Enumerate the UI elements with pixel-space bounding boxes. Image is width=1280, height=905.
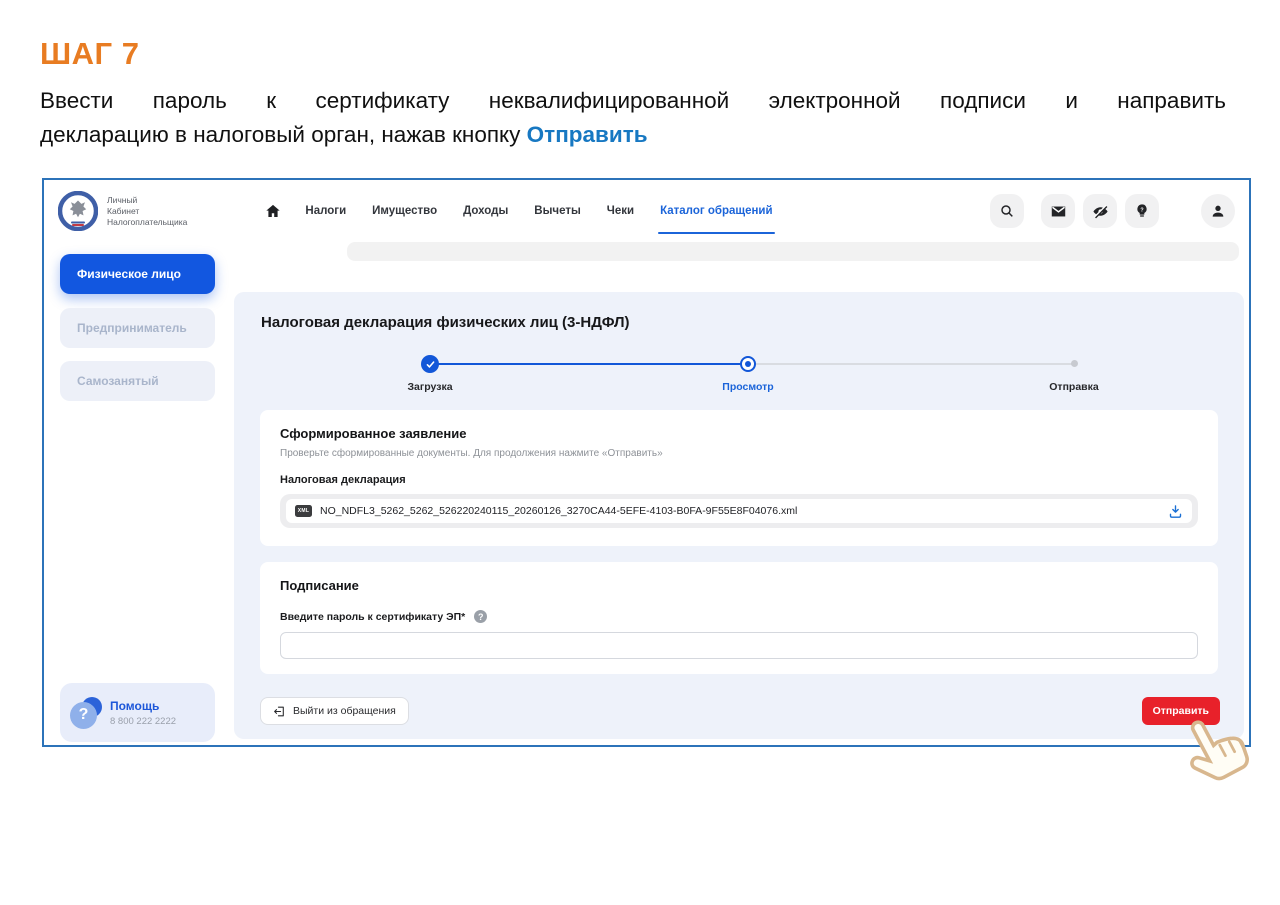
help-card[interactable]: ? Помощь 8 800 222 2222: [60, 683, 215, 742]
nav-item-deductions[interactable]: Вычеты: [534, 205, 581, 217]
password-help-icon[interactable]: ?: [474, 610, 487, 623]
nav-item-income[interactable]: Доходы: [463, 205, 508, 217]
lightbulb-icon: ?: [1134, 203, 1150, 219]
file-section-label: Налоговая декларация: [280, 474, 1198, 486]
step-label-review: Просмотр: [688, 381, 808, 393]
messages-button[interactable]: [1041, 194, 1075, 228]
help-title: Помощь: [110, 699, 176, 713]
download-icon: [1168, 504, 1183, 519]
sidebar-item-entrepreneur[interactable]: Предприниматель: [60, 308, 215, 348]
step-label-upload: Загрузка: [370, 381, 490, 393]
progress-stepper: Загрузка Просмотр Отправка: [234, 354, 1244, 398]
page-title: Налоговая декларация физических лиц (3-Н…: [261, 314, 629, 331]
declaration-file-row[interactable]: XML NO_NDFL3_5262_5262_526220240115_2026…: [286, 499, 1192, 523]
check-icon: [425, 359, 436, 370]
download-file-button[interactable]: [1168, 504, 1183, 519]
sidebar-item-self-employed[interactable]: Самозанятый: [60, 361, 215, 401]
nav-item-requests-catalog[interactable]: Каталог обращений: [660, 205, 772, 217]
visibility-button[interactable]: [1083, 194, 1117, 228]
signing-card-title: Подписание: [280, 578, 1198, 593]
mail-icon: [1050, 203, 1067, 220]
logo-title-line3: Налогоплательщика: [107, 217, 187, 228]
step-heading: ШАГ 7: [40, 36, 139, 72]
exit-icon: [273, 705, 286, 718]
home-icon[interactable]: [265, 203, 281, 219]
application-card: Сформированное заявление Проверьте сформ…: [260, 410, 1218, 546]
nav-item-taxes[interactable]: Налоги: [305, 205, 346, 217]
logo-title: Личный Кабинет Налогоплательщика: [107, 195, 187, 228]
main-nav: Налоги Имущество Доходы Вычеты Чеки Ката…: [305, 205, 772, 217]
exit-request-button[interactable]: Выйти из обращения: [260, 697, 409, 725]
tips-button[interactable]: ?: [1125, 194, 1159, 228]
instruction-action-word: Отправить: [527, 122, 648, 147]
step-label-send: Отправка: [1014, 381, 1134, 393]
help-question-icon: ?: [70, 697, 102, 729]
svg-text:?: ?: [1140, 207, 1143, 213]
nav-item-receipts[interactable]: Чеки: [607, 205, 634, 217]
step-review-node: [740, 356, 756, 372]
stepper-segment-done: [430, 363, 748, 365]
main-panel: Налоговая декларация физических лиц (3-Н…: [234, 292, 1244, 739]
app-window: Личный Кабинет Налогоплательщика Налоги …: [42, 178, 1251, 747]
instruction-text: Ввести пароль к сертификату неквалифицир…: [40, 84, 1226, 152]
user-icon: [1210, 203, 1226, 219]
search-button[interactable]: [990, 194, 1024, 228]
eye-off-icon: [1092, 203, 1109, 220]
application-card-title: Сформированное заявление: [280, 426, 1198, 441]
instruction-line2: декларацию в налоговый орган, нажав кноп…: [40, 118, 1226, 152]
profile-button[interactable]: [1201, 194, 1235, 228]
signing-card: Подписание Введите пароль к сертификату …: [260, 562, 1218, 674]
step-upload-node: [421, 355, 439, 373]
exit-request-label: Выйти из обращения: [293, 705, 396, 717]
search-icon: [999, 203, 1015, 219]
logo-title-line1: Личный: [107, 195, 187, 206]
sidebar-item-individual[interactable]: Физическое лицо: [60, 254, 215, 294]
xml-file-icon: XML: [295, 505, 312, 517]
stepper-segment-todo: [748, 363, 1074, 365]
application-card-subtitle: Проверьте сформированные документы. Для …: [280, 448, 1198, 459]
file-row-container: XML NO_NDFL3_5262_5262_526220240115_2026…: [280, 494, 1198, 528]
app-header: Личный Кабинет Налогоплательщика Налоги …: [44, 180, 1249, 242]
help-phone: 8 800 222 2222: [110, 716, 176, 727]
password-label: Введите пароль к сертификату ЭП*: [280, 611, 465, 623]
header-actions: ?: [990, 194, 1235, 228]
fns-logo-icon: [58, 191, 98, 231]
certificate-password-input[interactable]: [280, 632, 1198, 659]
step-send-node: [1071, 360, 1078, 367]
file-name: NO_NDFL3_5262_5262_526220240115_20260126…: [320, 505, 797, 517]
logo-title-line2: Кабинет: [107, 206, 187, 217]
instruction-line1: Ввести пароль к сертификату неквалифицир…: [40, 84, 1226, 118]
instruction-line2-text: декларацию в налоговый орган, нажав кноп…: [40, 122, 520, 147]
content-scroll-shadow: [347, 242, 1239, 261]
nav-item-property[interactable]: Имущество: [372, 205, 437, 217]
